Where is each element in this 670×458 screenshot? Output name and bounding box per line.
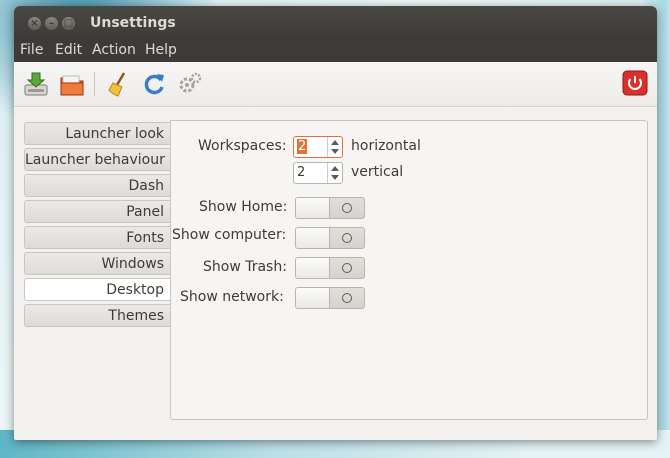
show-computer-label: Show computer: [172,227,287,243]
menu-bar: File Edit Action Help [14,40,657,62]
spinner-arrows [327,137,342,157]
menu-file[interactable]: File [20,42,43,58]
arrow-down-icon[interactable] [331,175,339,180]
toolbar-separator [94,72,95,96]
window-title: Unsettings [90,15,176,31]
arrow-down-icon[interactable] [331,149,339,154]
switch-knob [296,288,330,308]
tab-launcher-behaviour[interactable]: Launcher behaviour [24,148,170,171]
tab-desktop[interactable]: Desktop [24,278,170,301]
open-folder-icon [60,75,84,96]
switch-knob [296,198,330,218]
show-trash-label: Show Trash: [203,259,287,275]
toolbar [14,62,657,107]
gears-icon [179,72,202,93]
app-window: × – □ Unsettings File Edit Action Help L… [14,6,657,440]
maximize-icon: □ [63,18,74,29]
settings-button[interactable] [176,70,204,98]
workspaces-horizontal-spinner[interactable]: 2 [293,136,343,158]
vertical-label: vertical [351,164,404,180]
show-home-switch[interactable] [295,197,365,219]
tab-launcher-look[interactable]: Launcher look [24,122,170,145]
close-icon: × [30,18,39,29]
workspaces-label: Workspaces: [198,138,287,154]
switch-knob [296,258,330,278]
off-icon [342,203,352,213]
minimize-button[interactable]: – [45,17,58,30]
tab-dash[interactable]: Dash [24,174,170,197]
show-home-label: Show Home: [199,199,288,215]
power-icon [622,70,648,96]
menu-edit[interactable]: Edit [55,42,82,58]
show-computer-switch[interactable] [295,227,365,249]
save-button[interactable] [22,70,50,98]
tab-themes[interactable]: Themes [24,304,170,327]
open-button[interactable] [58,70,86,98]
quit-button[interactable] [622,70,650,98]
tab-panel[interactable]: Panel [24,200,170,223]
switch-knob [296,228,330,248]
title-bar: × – □ Unsettings [14,6,657,40]
tab-fonts[interactable]: Fonts [24,226,170,249]
desktop-settings-panel: Workspaces: 2 horizontal 2 vertical Show… [170,120,648,420]
menu-action[interactable]: Action [92,42,136,58]
close-button[interactable]: × [28,17,41,30]
workspaces-vertical-spinner[interactable]: 2 [293,162,343,184]
clean-button[interactable] [104,70,132,98]
off-icon [342,293,352,303]
off-icon [342,263,352,273]
show-network-label: Show network: [180,289,284,305]
workspaces-vertical-value: 2 [297,165,306,180]
refresh-icon [144,74,164,95]
arrow-up-icon[interactable] [331,140,339,145]
off-icon [342,233,352,243]
menu-help[interactable]: Help [145,42,177,58]
show-network-switch[interactable] [295,287,365,309]
tab-windows[interactable]: Windows [24,252,170,275]
show-trash-switch[interactable] [295,257,365,279]
horizontal-label: horizontal [351,138,421,154]
broom-icon [108,72,126,97]
workspaces-horizontal-value: 2 [297,139,308,154]
spinner-arrows [327,163,342,183]
save-icon [24,72,48,96]
refresh-button[interactable] [140,70,168,98]
arrow-up-icon[interactable] [331,166,339,171]
maximize-button[interactable]: □ [62,17,75,30]
minimize-icon: – [49,18,54,29]
